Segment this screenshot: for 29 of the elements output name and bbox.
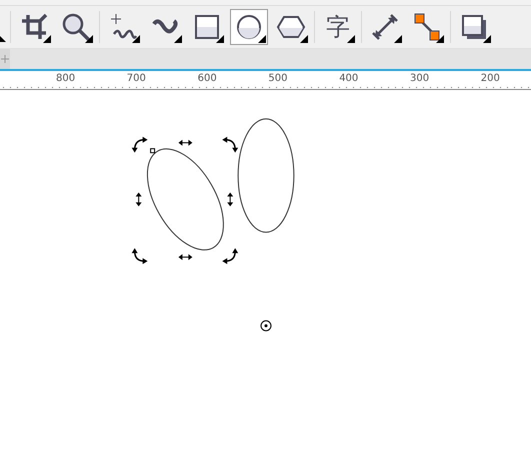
shadow-icon xyxy=(459,12,489,42)
skew-handle-icon[interactable] xyxy=(178,254,192,260)
rotate-handle-icon[interactable] xyxy=(132,248,148,264)
ellipse-tool-button[interactable] xyxy=(230,9,268,45)
skew-handle-icon[interactable] xyxy=(178,140,192,146)
skew-handle-icon[interactable] xyxy=(227,192,234,206)
double-arrow-icon xyxy=(370,12,400,42)
caret-icon xyxy=(0,36,6,42)
node-handle[interactable] xyxy=(150,148,156,154)
ruler-label: 700 xyxy=(126,73,146,84)
rotate-handle-icon[interactable] xyxy=(222,248,238,264)
ellipse[interactable] xyxy=(238,118,294,233)
connector-icon xyxy=(412,12,442,42)
rotate-handle-icon[interactable] xyxy=(222,136,238,153)
center-point-icon xyxy=(260,320,272,332)
crop-icon xyxy=(19,12,49,42)
ruler-label: 300 xyxy=(410,73,430,84)
rotate-handle-icon[interactable] xyxy=(132,136,148,153)
rectangle-icon xyxy=(192,12,222,42)
ruler-label: 500 xyxy=(268,73,288,84)
ruler-label: 600 xyxy=(198,73,217,84)
skew-handle-icon[interactable] xyxy=(136,192,142,206)
ellipse-icon xyxy=(234,12,264,42)
ellipse[interactable] xyxy=(146,148,224,250)
ruler-label: 800 xyxy=(56,73,76,84)
search-icon xyxy=(61,12,91,42)
squiggle-icon xyxy=(108,12,138,42)
ruler-label: 400 xyxy=(339,73,358,84)
ruler-label: 200 xyxy=(480,73,500,84)
